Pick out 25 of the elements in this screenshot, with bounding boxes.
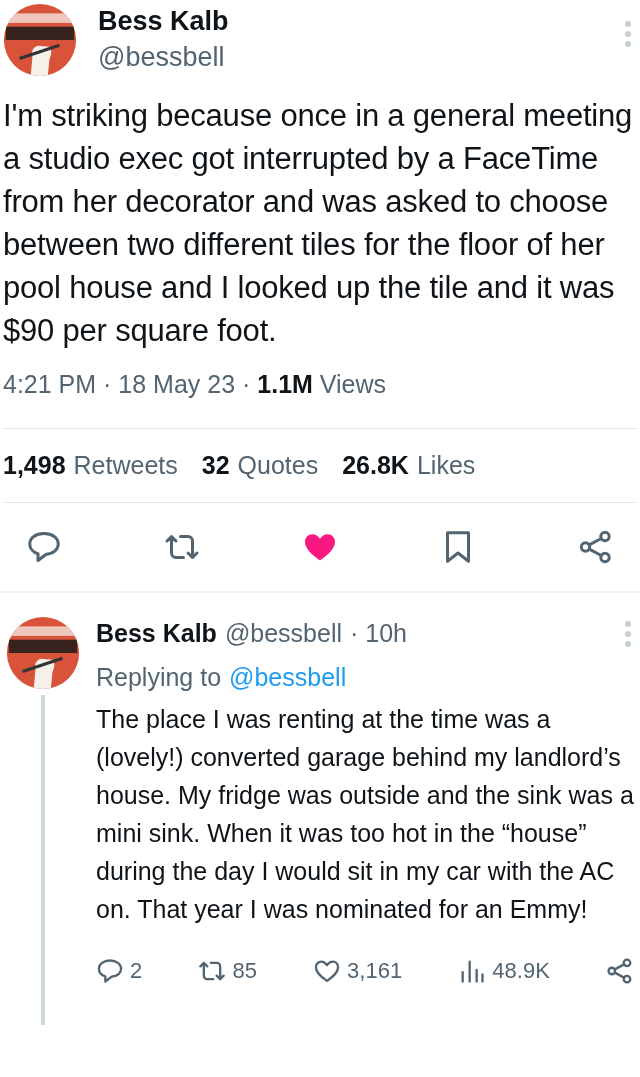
author-name[interactable]: Bess Kalb [96,615,217,653]
author-handle[interactable]: @bessbell [224,615,342,653]
reply-time[interactable]: · 10h [350,615,407,653]
action-count: 48.9K [492,957,550,985]
reply-icon[interactable] [26,529,62,565]
stat-count[interactable]: 32 [201,446,230,484]
action-count: 2 [130,957,143,985]
author-name[interactable]: Bess Kalb [98,4,604,38]
share-icon[interactable] [578,529,614,565]
stat-count[interactable]: 26.8K [342,446,409,484]
tweet-text: I'm striking because once in a general meeting a studio exec got interrupted by a FaceTime from her decorator and was asked to choose between two different tiles for the floor of her pool house and I looked up the tile and it was $90 per square foot. [2,97,634,350]
share-icon[interactable] [606,956,634,985]
timestamp[interactable]: 4:21 PM · 18 May 23 · [3,366,258,404]
views-label: Views [318,369,387,400]
views-count: 1.1M [257,369,313,400]
action-count: 3,161 [347,957,403,985]
author-handle[interactable]: @bessbell [98,38,604,76]
action-count: 85 [232,957,257,985]
stat-label[interactable]: Quotes [237,446,319,484]
stat-count[interactable]: 1,498 [3,446,66,484]
replying-to-label: Replying to [96,661,222,693]
reply-text: The place I was renting at the time was a (lovely!) converted garage behind my landlord’s house. My fridge was outside and the sink was a mini sink. When it was too hot in the “house” during the day I would sit in my car with the AC on. That year I was nominated for an Emmy! [96,704,635,925]
reply-icon[interactable] [96,956,124,985]
stat-label[interactable]: Likes [416,446,476,484]
stat-label[interactable]: Retweets [73,446,178,484]
